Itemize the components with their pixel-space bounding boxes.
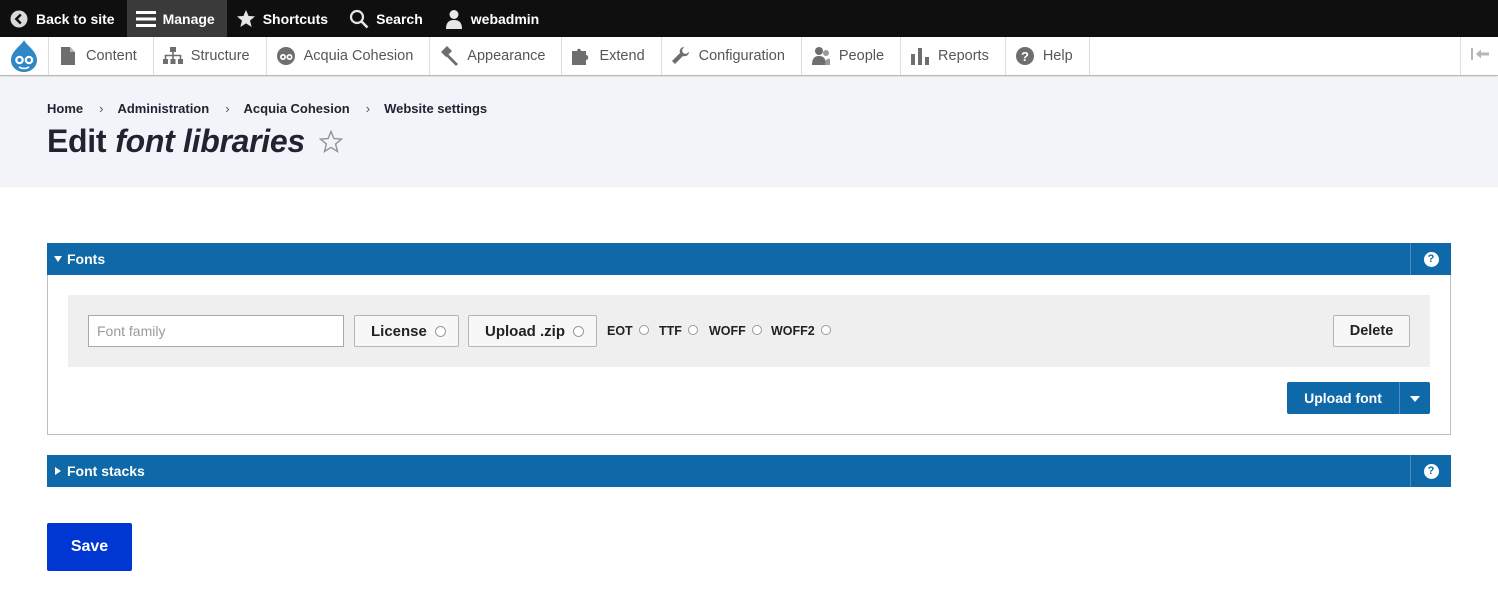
license-label: License: [371, 322, 427, 340]
upload-font-button[interactable]: Upload font: [1287, 382, 1399, 414]
upload-font-split-button: Upload font: [1287, 382, 1430, 414]
breadcrumb-home[interactable]: Home: [47, 101, 83, 116]
license-button[interactable]: License: [354, 315, 459, 347]
save-button[interactable]: Save: [47, 523, 132, 571]
wrench-icon: [671, 46, 691, 66]
format-label: TTF: [659, 324, 682, 338]
tray-item-acquia-cohesion[interactable]: Acquia Cohesion: [267, 37, 431, 75]
format-status-indicator: [751, 325, 762, 335]
page-header: Home › Administration › Acquia Cohesion …: [0, 77, 1498, 187]
bar-chart-icon: [910, 46, 930, 66]
tray-item-label: Reports: [938, 48, 989, 64]
font-row: License Upload .zip EOT TTF WOFF WOFF2 D…: [68, 295, 1430, 367]
format-status-indicator: [638, 325, 649, 335]
fonts-section-label: Fonts: [67, 251, 106, 267]
admin-tray: Content Structure Acquia Cohesion Appear…: [0, 37, 1498, 76]
tray-item-label: Content: [86, 48, 137, 64]
breadcrumb-administration[interactable]: Administration: [117, 101, 209, 116]
puzzle-icon: [571, 46, 591, 66]
tray-item-label: Help: [1042, 48, 1073, 64]
search-tab[interactable]: Search: [340, 0, 435, 37]
tray-item-content[interactable]: Content: [49, 37, 154, 75]
tray-item-extend[interactable]: Extend: [562, 37, 662, 75]
tray-item-label: Extend: [599, 48, 645, 64]
fonts-help-button[interactable]: ?: [1410, 243, 1451, 275]
search-label: Search: [376, 10, 423, 27]
delete-button[interactable]: Delete: [1333, 315, 1410, 347]
breadcrumb-separator: ›: [365, 101, 371, 116]
fonts-section-body: License Upload .zip EOT TTF WOFF WOFF2 D…: [47, 275, 1451, 435]
breadcrumb-website-settings[interactable]: Website settings: [384, 101, 487, 116]
format-label: EOT: [607, 324, 633, 338]
manage-label: Manage: [162, 10, 215, 27]
page-title-emphasis: font libraries: [115, 123, 305, 159]
shortcuts-tab[interactable]: Shortcuts: [227, 0, 340, 37]
cohesion-icon: [276, 46, 296, 66]
font-stacks-section-header[interactable]: Font stacks ?: [47, 455, 1451, 487]
tray-item-help[interactable]: ? Help: [1006, 37, 1090, 75]
back-to-site-label: Back to site: [36, 10, 115, 27]
tray-item-configuration[interactable]: Configuration: [662, 37, 802, 75]
tray-item-people[interactable]: People: [802, 37, 902, 75]
breadcrumb-acquia-cohesion[interactable]: Acquia Cohesion: [244, 101, 350, 116]
shortcut-star-icon[interactable]: [318, 129, 343, 154]
tray-item-reports[interactable]: Reports: [901, 37, 1006, 75]
page-title-prefix: Edit: [47, 123, 107, 159]
manage-tab[interactable]: Manage: [126, 0, 227, 37]
format-status-indicator: [687, 325, 698, 335]
license-status-indicator: [434, 325, 446, 337]
upload-zip-status-indicator: [573, 325, 584, 337]
svg-text:?: ?: [1021, 49, 1029, 64]
format-label: WOFF: [709, 324, 746, 338]
drupal-logo[interactable]: [0, 37, 49, 75]
back-arrow-icon: [9, 9, 29, 29]
breadcrumb: Home › Administration › Acquia Cohesion …: [47, 101, 487, 116]
breadcrumb-separator: ›: [225, 101, 230, 116]
tray-orientation-toggle[interactable]: [1460, 37, 1498, 75]
hamburger-menu-icon: [135, 9, 156, 29]
file-icon: [58, 46, 78, 66]
help-icon: ?: [1015, 46, 1035, 66]
collapse-left-icon: [1470, 47, 1490, 66]
tray-item-label: Acquia Cohesion: [303, 48, 414, 64]
page-title: Edit font libraries: [47, 123, 343, 160]
shortcuts-label: Shortcuts: [262, 10, 329, 27]
tray-item-appearance[interactable]: Appearance: [430, 37, 563, 75]
tray-item-label: Configuration: [698, 48, 785, 64]
help-icon: ?: [1423, 463, 1439, 479]
tray-item-label: People: [838, 48, 885, 64]
triangle-down-icon: [54, 255, 62, 263]
user-icon: [444, 9, 464, 29]
triangle-right-icon: [54, 467, 62, 475]
help-icon: ?: [1423, 251, 1439, 267]
format-woff2: WOFF2: [771, 324, 831, 338]
user-tab[interactable]: webadmin: [435, 0, 551, 37]
format-eot: EOT: [607, 324, 649, 338]
upload-zip-button[interactable]: Upload .zip: [468, 315, 597, 347]
font-stacks-section-label: Font stacks: [67, 463, 145, 479]
font-stacks-help-button[interactable]: ?: [1410, 455, 1451, 487]
tray-item-label: Appearance: [467, 48, 546, 64]
breadcrumb-separator: ›: [99, 101, 104, 116]
format-ttf: TTF: [659, 324, 698, 338]
font-family-input[interactable]: [88, 315, 344, 347]
star-icon: [236, 9, 256, 29]
paintbrush-icon: [439, 46, 459, 66]
admin-toolbar: Back to site Manage Shortcuts Search web…: [0, 0, 1498, 37]
search-icon: [349, 9, 369, 29]
back-to-site-link[interactable]: Back to site: [0, 0, 127, 37]
format-status-indicator: [820, 325, 831, 335]
caret-down-icon: [1410, 389, 1420, 407]
user-label: webadmin: [470, 10, 540, 27]
fonts-section-header[interactable]: Fonts ?: [47, 243, 1451, 275]
sitemap-icon: [162, 46, 183, 66]
people-icon: [811, 46, 831, 66]
upload-zip-label: Upload .zip: [485, 322, 565, 340]
tray-item-label: Structure: [190, 48, 250, 64]
tray-item-structure[interactable]: Structure: [154, 37, 267, 75]
format-label: WOFF2: [771, 324, 815, 338]
format-woff: WOFF: [709, 324, 762, 338]
upload-font-dropdown-toggle[interactable]: [1399, 382, 1430, 414]
